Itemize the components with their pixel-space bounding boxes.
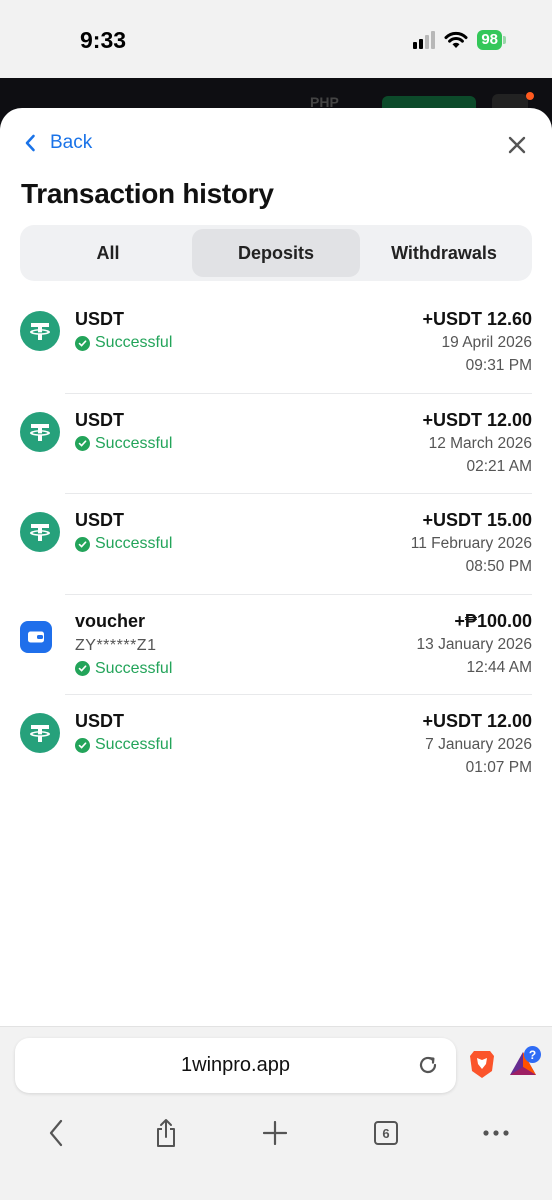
status-bar: 9:33 98 xyxy=(0,0,552,78)
close-icon[interactable] xyxy=(505,133,529,157)
transaction-amount: +USDT 15.00 xyxy=(422,510,532,530)
tab-all[interactable]: All xyxy=(24,229,192,277)
check-circle-icon xyxy=(75,661,90,676)
help-badge[interactable]: ? xyxy=(524,1046,541,1063)
new-tab-button[interactable] xyxy=(257,1115,293,1151)
transaction-time: 09:31 PM xyxy=(465,357,532,374)
more-icon xyxy=(483,1130,509,1136)
transaction-name: voucher xyxy=(75,610,146,631)
transaction-amount: +USDT 12.00 xyxy=(422,409,532,430)
check-circle-icon xyxy=(75,436,90,451)
check-circle-icon xyxy=(75,335,90,351)
chevron-left-icon xyxy=(49,1119,63,1147)
tab-count: 6 xyxy=(374,1121,398,1145)
url-text: 1winpro.app xyxy=(181,1054,290,1076)
transaction-date: 19 April 2026 xyxy=(441,334,533,351)
status-badge: Successful xyxy=(75,535,172,553)
check-circle-icon xyxy=(75,536,90,552)
transaction-row[interactable]: USDT Successful +USDT 15.00 11 February … xyxy=(0,494,552,595)
transaction-amount: +USDT 12.60 xyxy=(422,309,532,329)
status-icons: 98 xyxy=(413,30,506,50)
tab-withdrawals[interactable]: Withdrawals xyxy=(360,229,528,277)
status-label: Successful xyxy=(95,535,173,552)
tether-icon xyxy=(20,512,60,552)
status-label: Successful xyxy=(95,334,173,351)
tether-icon xyxy=(20,311,60,351)
status-label: Successful xyxy=(95,659,173,677)
check-circle-icon xyxy=(75,737,90,753)
transaction-time: 08:50 PM xyxy=(465,558,532,575)
browser-nav: 6 xyxy=(0,1115,552,1151)
browser-back-button[interactable] xyxy=(38,1115,74,1151)
transaction-name: USDT xyxy=(75,309,124,329)
status-label: Successful xyxy=(95,736,173,753)
voucher-code: ZY******Z1 xyxy=(75,636,157,654)
notification-dot xyxy=(526,92,534,100)
battery-icon: 98 xyxy=(477,30,506,50)
transaction-row[interactable]: USDT Successful +USDT 12.60 19 April 202… xyxy=(0,293,552,394)
tab-deposits[interactable]: Deposits xyxy=(192,229,360,277)
tab-bar: All Deposits Withdrawals xyxy=(20,225,532,281)
transaction-time: 12:44 AM xyxy=(466,658,533,676)
status-time: 9:33 xyxy=(80,27,127,53)
brave-shield-icon[interactable] xyxy=(468,1049,496,1079)
transaction-amount: +USDT 12.00 xyxy=(422,711,532,731)
transaction-history-sheet: Back Transaction history All Deposits Wi… xyxy=(0,108,552,1026)
status-label: Successful xyxy=(95,434,173,452)
tabs-button[interactable]: 6 xyxy=(368,1115,404,1151)
page-title: Transaction history xyxy=(21,178,274,209)
share-icon xyxy=(157,1119,175,1147)
transaction-amount: +₱100.00 xyxy=(454,610,532,631)
transaction-list: USDT Successful +USDT 12.60 19 April 202… xyxy=(0,293,552,796)
wallet-icon xyxy=(20,620,52,653)
chevron-left-icon xyxy=(25,134,35,152)
transaction-time: 01:07 PM xyxy=(465,759,532,776)
plus-icon xyxy=(263,1121,287,1145)
tether-icon xyxy=(20,411,60,452)
transaction-name: USDT xyxy=(75,409,124,430)
address-bar[interactable]: 1winpro.app xyxy=(15,1038,456,1093)
cellular-signal-icon xyxy=(413,31,436,49)
transaction-name: USDT xyxy=(75,510,124,530)
more-button[interactable] xyxy=(478,1115,514,1151)
transaction-time: 02:21 AM xyxy=(466,457,533,475)
transaction-row[interactable]: USDT Successful +USDT 12.00 12 March 202… xyxy=(0,394,552,494)
reload-icon[interactable] xyxy=(416,1053,440,1077)
transaction-row[interactable]: voucher ZY******Z1 Successful +₱100.00 1… xyxy=(0,595,552,695)
tether-icon xyxy=(20,713,60,753)
wifi-icon xyxy=(444,31,468,48)
browser-toolbar: 1winpro.app ? 6 xyxy=(0,1026,552,1200)
transaction-date: 12 March 2026 xyxy=(428,434,532,452)
transaction-date: 11 February 2026 xyxy=(410,535,532,552)
status-badge: Successful xyxy=(75,334,172,352)
status-badge: Successful xyxy=(75,660,172,678)
share-button[interactable] xyxy=(148,1115,184,1151)
transaction-name: USDT xyxy=(75,711,124,731)
status-badge: Successful xyxy=(75,435,172,453)
back-label: Back xyxy=(50,132,93,153)
back-button[interactable]: Back xyxy=(24,132,92,154)
transaction-date: 13 January 2026 xyxy=(416,635,532,653)
status-badge: Successful xyxy=(75,736,172,754)
transaction-row[interactable]: USDT Successful +USDT 12.00 7 January 20… xyxy=(0,695,552,796)
transaction-date: 7 January 2026 xyxy=(425,736,532,753)
